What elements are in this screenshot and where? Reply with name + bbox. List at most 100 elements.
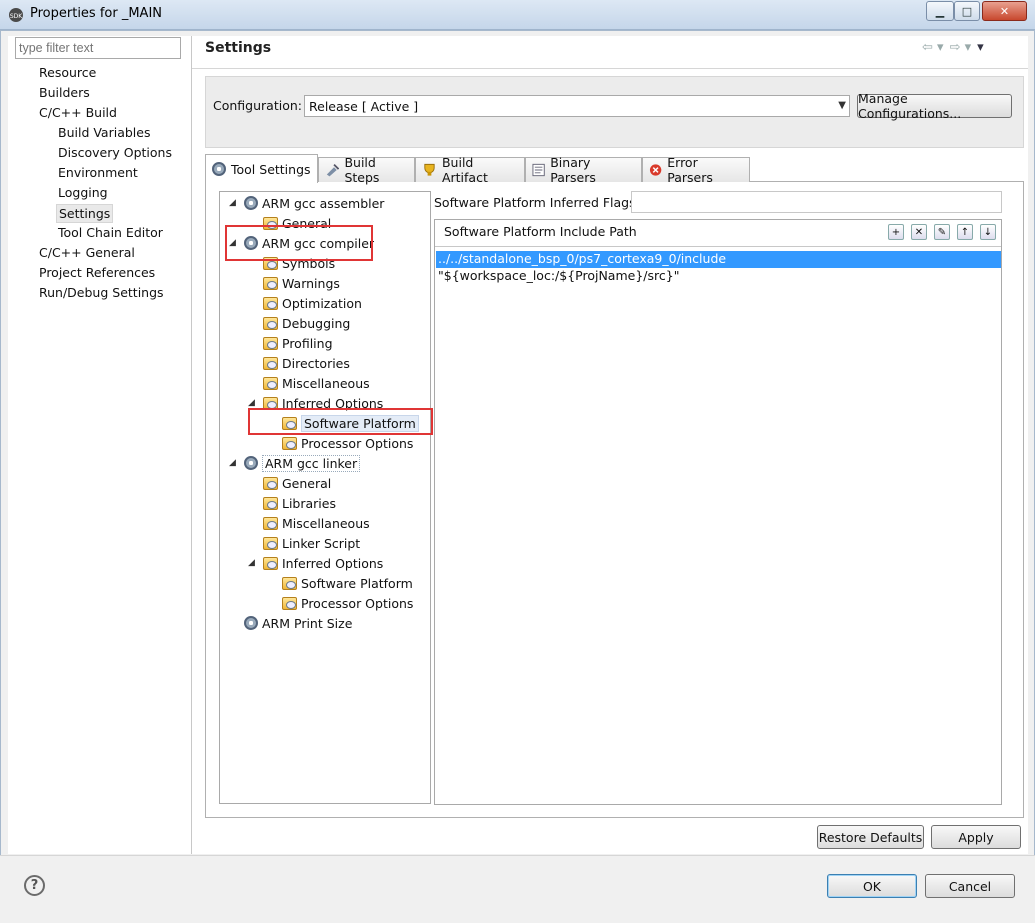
- move-down-icon[interactable]: ↓: [980, 224, 996, 240]
- tab-build-artifact[interactable]: Build Artifact: [415, 155, 525, 185]
- close-button[interactable]: ✕: [982, 1, 1027, 21]
- option-folder-icon: [263, 276, 278, 290]
- tab-label: Binary Parsers: [550, 155, 596, 185]
- nav-item-settings[interactable]: Settings: [56, 204, 114, 223]
- view-menu-icon[interactable]: ▾: [977, 40, 984, 56]
- svg-text:SDK: SDK: [10, 13, 23, 20]
- option-folder-icon: [263, 556, 278, 570]
- expand-toggle-icon[interactable]: ◢: [229, 198, 236, 208]
- tab-tool-settings[interactable]: Tool Settings: [205, 154, 318, 183]
- history-nav: ⇦ ▾ ⇨ ▾ ▾: [922, 40, 1032, 56]
- tab-bar: Tool Settings Build Steps Build Artifact…: [205, 154, 1024, 185]
- help-icon[interactable]: ?: [24, 875, 45, 896]
- tree-item-label: General: [282, 475, 332, 491]
- tree-item-label: Profiling: [282, 335, 333, 351]
- expand-toggle-icon[interactable]: ◢: [229, 458, 236, 468]
- error-icon: [649, 164, 662, 176]
- option-folder-icon: [282, 436, 297, 450]
- tree-item[interactable]: General: [263, 474, 331, 492]
- tree-item-label: Processor Options: [301, 435, 414, 451]
- tree-item-label: Directories: [282, 355, 350, 371]
- tab-binary-parsers[interactable]: Binary Parsers: [525, 155, 642, 185]
- tab-build-steps[interactable]: Build Steps: [318, 155, 415, 185]
- option-folder-icon: [263, 336, 278, 350]
- nav-item-logging[interactable]: Logging: [56, 184, 110, 201]
- nav-item-environment[interactable]: Environment: [56, 164, 140, 181]
- manage-configurations-button[interactable]: Manage Configurations...: [857, 91, 1012, 121]
- tab-error-parsers[interactable]: Error Parsers: [642, 155, 750, 185]
- configuration-select[interactable]: Release [ Active ] ▼: [304, 95, 850, 117]
- apply-button[interactable]: Apply: [931, 825, 1021, 849]
- tree-item[interactable]: Miscellaneous: [263, 514, 370, 532]
- back-arrow-icon[interactable]: ⇦ ▾: [922, 40, 944, 56]
- add-include-icon[interactable]: +: [888, 224, 904, 240]
- tool-gear-icon: [244, 196, 258, 210]
- move-up-icon[interactable]: ↑: [957, 224, 973, 240]
- page-title: Settings: [205, 40, 272, 56]
- include-path-row[interactable]: "${workspace_loc:/${ProjName}/src}": [436, 268, 1001, 285]
- tree-item[interactable]: Optimization: [263, 294, 362, 312]
- tree-item[interactable]: ARM gcc assembler: [244, 194, 384, 212]
- tree-item[interactable]: Profiling: [263, 334, 333, 352]
- inferred-flags-input[interactable]: [631, 191, 1002, 213]
- tree-item[interactable]: Warnings: [263, 274, 340, 292]
- option-folder-icon: [282, 576, 297, 590]
- filter-input[interactable]: [15, 37, 181, 59]
- tab-label: Build Artifact: [441, 155, 488, 185]
- tree-item-label: Miscellaneous: [282, 515, 370, 531]
- ok-button[interactable]: OK: [827, 874, 917, 898]
- header-divider: [192, 68, 1028, 69]
- nav-item-tool-chain-editor[interactable]: Tool Chain Editor: [56, 224, 165, 241]
- maximize-button[interactable]: □: [954, 1, 980, 21]
- window-title: Properties for _MAIN: [30, 6, 163, 21]
- tree-item[interactable]: Inferred Options: [263, 554, 383, 572]
- tree-item[interactable]: Processor Options: [282, 434, 413, 452]
- minimize-button[interactable]: ▁: [926, 1, 954, 21]
- include-path-panel: [434, 219, 1002, 805]
- tree-item[interactable]: Debugging: [263, 314, 350, 332]
- restore-defaults-button[interactable]: Restore Defaults: [817, 825, 924, 849]
- option-folder-icon: [263, 296, 278, 310]
- nav-item-project-references[interactable]: Project References: [37, 264, 157, 281]
- include-path-row[interactable]: ../../standalone_bsp_0/ps7_cortexa9_0/in…: [436, 251, 1001, 268]
- tree-item-label: Miscellaneous: [282, 375, 370, 391]
- tree-item[interactable]: ARM Print Size: [244, 614, 352, 632]
- edit-include-icon[interactable]: ✎: [934, 224, 950, 240]
- tool-gear-icon: [244, 616, 258, 630]
- highlight-software-platform: [248, 408, 433, 435]
- tree-item[interactable]: Directories: [263, 354, 350, 372]
- tree-item-label: Optimization: [282, 295, 362, 311]
- nav-item-discovery-options[interactable]: Discovery Options: [56, 144, 174, 161]
- nav-item-c-c-general[interactable]: C/C++ General: [37, 244, 137, 261]
- tree-item[interactable]: Linker Script: [263, 534, 360, 552]
- tree-item[interactable]: ARM gcc linker: [244, 454, 361, 472]
- option-folder-icon: [263, 316, 278, 330]
- tree-item-label: Inferred Options: [282, 555, 384, 571]
- option-folder-icon: [263, 516, 278, 530]
- tree-item[interactable]: Libraries: [263, 494, 336, 512]
- nav-item-run-debug-settings[interactable]: Run/Debug Settings: [37, 284, 166, 301]
- nav-item-c-c-build[interactable]: C/C++ Build: [37, 104, 119, 121]
- expand-toggle-icon[interactable]: ◢: [248, 558, 255, 568]
- forward-arrow-icon[interactable]: ⇨ ▾: [950, 40, 972, 56]
- nav-item-build-variables[interactable]: Build Variables: [56, 124, 152, 141]
- tree-item-label: ARM gcc linker: [262, 454, 361, 472]
- nav-item-builders[interactable]: Builders: [37, 84, 92, 101]
- tab-label: Build Steps: [344, 155, 380, 185]
- tab-label: Tool Settings: [231, 161, 311, 177]
- tree-item[interactable]: Software Platform: [282, 574, 413, 592]
- tree-item[interactable]: Processor Options: [282, 594, 413, 612]
- delete-include-icon[interactable]: ✕: [911, 224, 927, 240]
- expand-toggle-icon[interactable]: ◢: [248, 398, 255, 408]
- tree-item-label: Linker Script: [282, 535, 361, 551]
- option-folder-icon: [282, 596, 297, 610]
- cancel-button[interactable]: Cancel: [925, 874, 1015, 898]
- highlight-compiler: [225, 225, 373, 261]
- tree-item[interactable]: Miscellaneous: [263, 374, 370, 392]
- option-folder-icon: [263, 356, 278, 370]
- tree-item-label: Debugging: [282, 315, 351, 331]
- title-bar: SDK Properties for _MAIN ▁ □ ✕: [0, 0, 1035, 30]
- tab-label: Error Parsers: [667, 155, 713, 185]
- tree-item-label: Libraries: [282, 495, 336, 511]
- nav-item-resource[interactable]: Resource: [37, 64, 98, 81]
